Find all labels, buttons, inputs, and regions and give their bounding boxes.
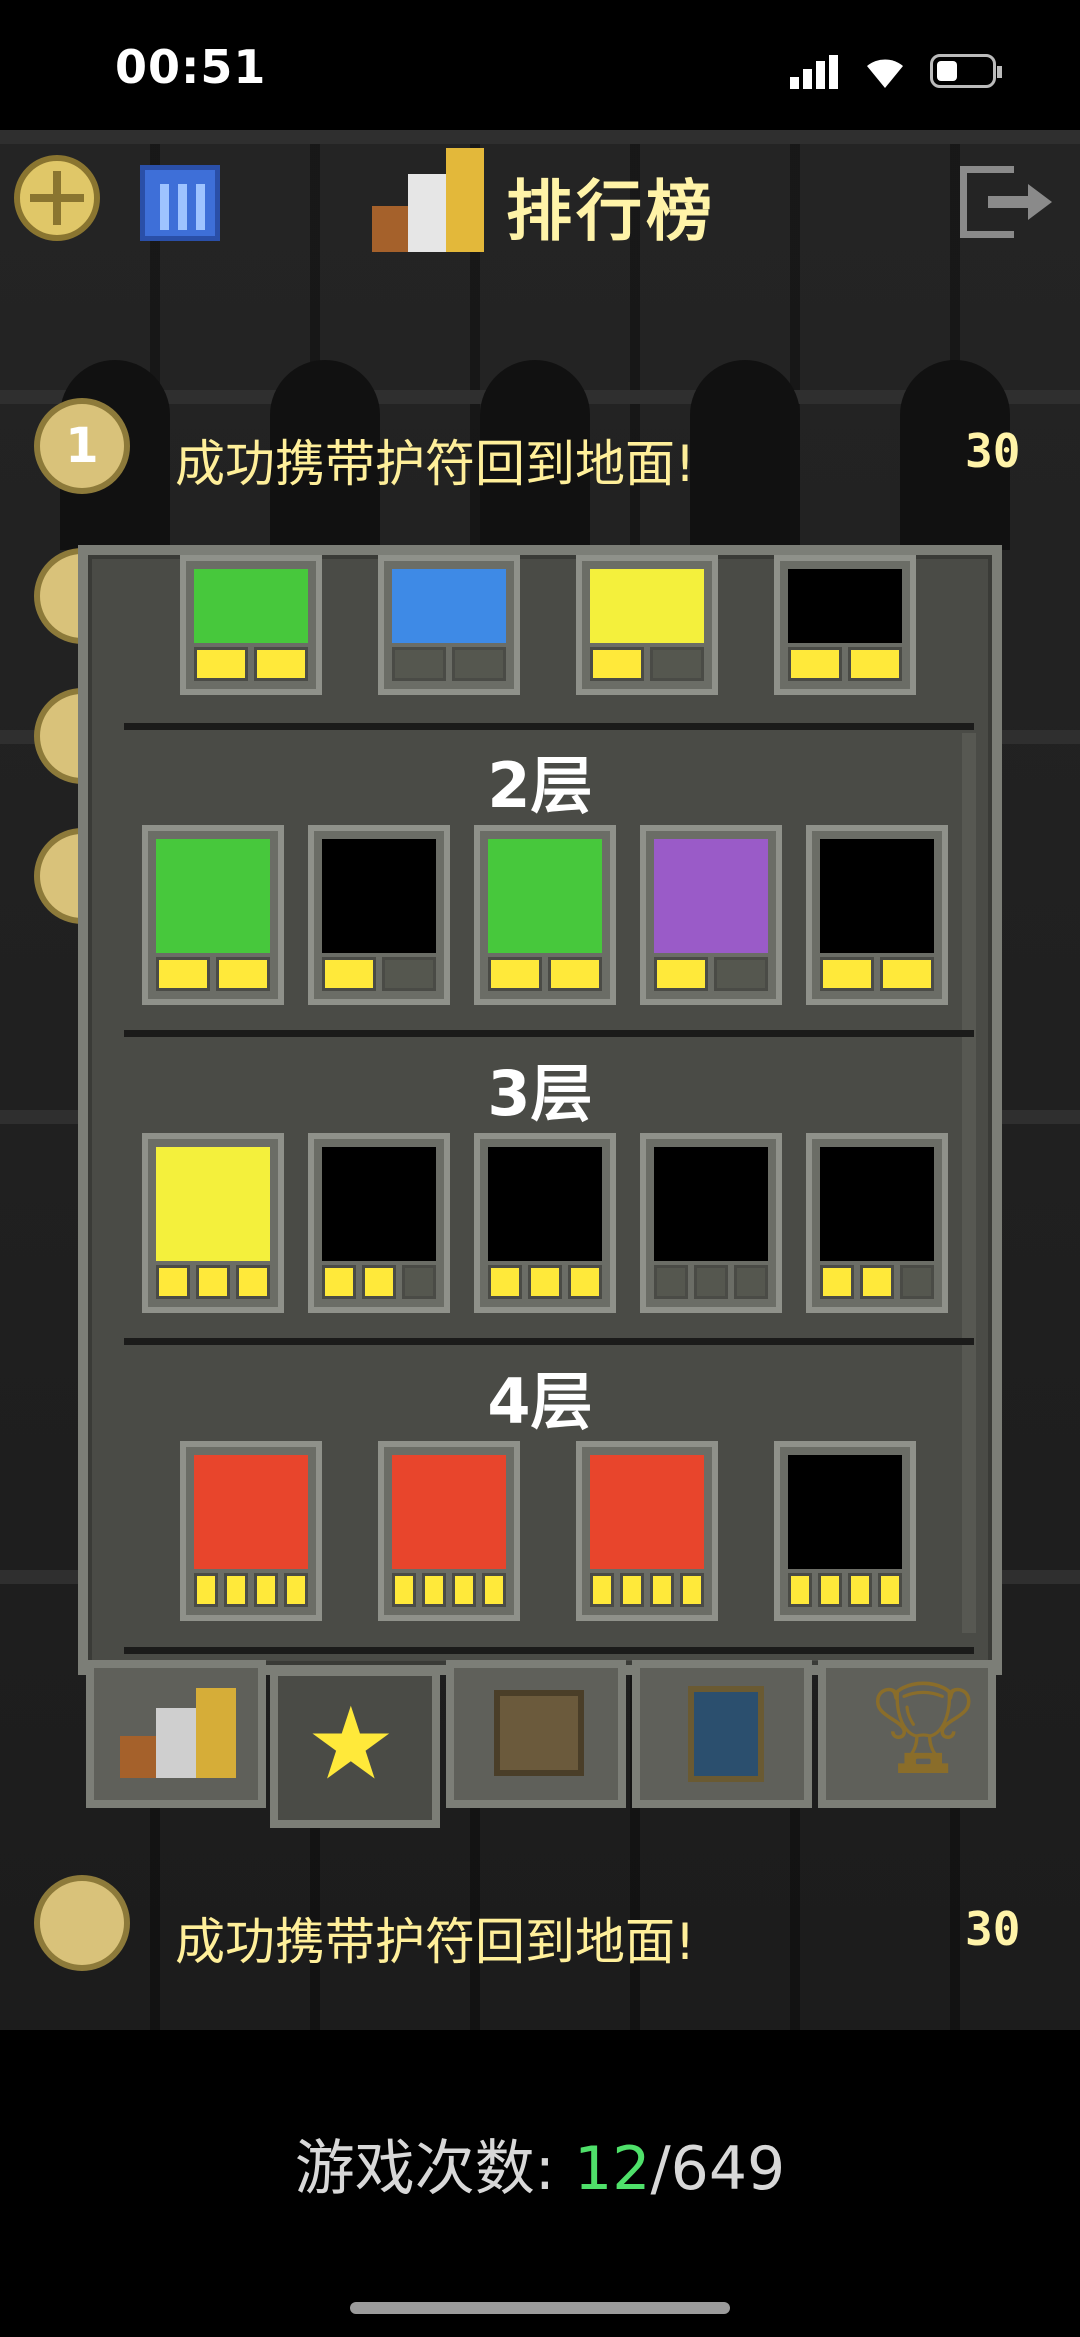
tier-divider — [124, 1647, 974, 1654]
tier-label: 3层 — [487, 1057, 593, 1130]
podium-icon — [372, 148, 484, 252]
badge-slot[interactable] — [806, 1133, 948, 1313]
badge-slot[interactable] — [142, 825, 284, 1005]
badge-slot[interactable] — [806, 825, 948, 1005]
badge-slot[interactable] — [640, 1133, 782, 1313]
games-current: 12 — [574, 2134, 651, 2204]
star-icon: ★ — [306, 1685, 396, 1802]
home-indicator[interactable] — [350, 2302, 730, 2314]
row-score: 30 — [965, 424, 1021, 478]
journal-tab[interactable] — [446, 1660, 626, 1808]
badges-tab[interactable]: ★ — [270, 1668, 440, 1828]
badge-slot[interactable] — [774, 1441, 916, 1621]
badge-slot[interactable] — [180, 555, 322, 695]
row-score: 30 — [965, 1902, 1021, 1956]
badge-slot[interactable] — [474, 825, 616, 1005]
tier-divider — [124, 1030, 974, 1037]
badge-slot[interactable] — [308, 825, 450, 1005]
badge-slot[interactable] — [640, 825, 782, 1005]
rank-badge: 1 — [34, 398, 130, 494]
trophy-icon: 🏆︎ — [866, 1675, 981, 1780]
games-separator: / — [650, 2134, 671, 2204]
chest-icon — [494, 1690, 584, 1776]
badge-slot[interactable] — [576, 555, 718, 695]
challenge-badge-icon[interactable] — [14, 155, 100, 241]
badge-slot[interactable] — [378, 1441, 520, 1621]
badge-slot[interactable] — [474, 1133, 616, 1313]
rankings-tab[interactable] — [86, 1660, 266, 1808]
badge-slot[interactable] — [180, 1441, 322, 1621]
tier-label: 4层 — [487, 1365, 593, 1438]
status-bar: 00:51 — [0, 0, 1080, 130]
cellular-signal-icon — [790, 55, 838, 89]
badges-modal: 2层 3层 4层 — [78, 545, 1002, 1675]
exit-icon[interactable] — [960, 166, 1056, 238]
wifi-icon — [862, 50, 908, 94]
calendar-icon[interactable] — [140, 165, 220, 241]
badge-slot[interactable] — [308, 1133, 450, 1313]
trophy-tab[interactable]: 🏆︎ — [818, 1660, 996, 1808]
tier-label: 2层 — [487, 749, 593, 822]
clock: 00:51 — [115, 40, 267, 94]
games-played-counter: 游戏次数: 12/649 — [0, 2120, 1080, 2207]
row-description[interactable]: 成功携带护符回到地面! — [175, 1902, 695, 1974]
rank-badge — [34, 1875, 130, 1971]
catalog-tab[interactable] — [632, 1660, 812, 1808]
modal-scrollbar[interactable] — [962, 733, 976, 1633]
page-title: 排行榜 — [506, 173, 716, 250]
badge-slot[interactable] — [142, 1133, 284, 1313]
games-total: 649 — [670, 2134, 786, 2204]
battery-icon — [930, 54, 1002, 88]
tier-divider — [124, 723, 974, 730]
badge-slot[interactable] — [576, 1441, 718, 1621]
sword-card-icon — [688, 1686, 764, 1782]
tier-divider — [124, 1338, 974, 1345]
podium-icon — [120, 1688, 236, 1778]
badge-slot[interactable] — [378, 555, 520, 695]
games-label: 游戏次数: — [294, 2134, 556, 2204]
badge-slot[interactable] — [774, 555, 916, 695]
row-description[interactable]: 成功携带护符回到地面! — [175, 424, 695, 496]
